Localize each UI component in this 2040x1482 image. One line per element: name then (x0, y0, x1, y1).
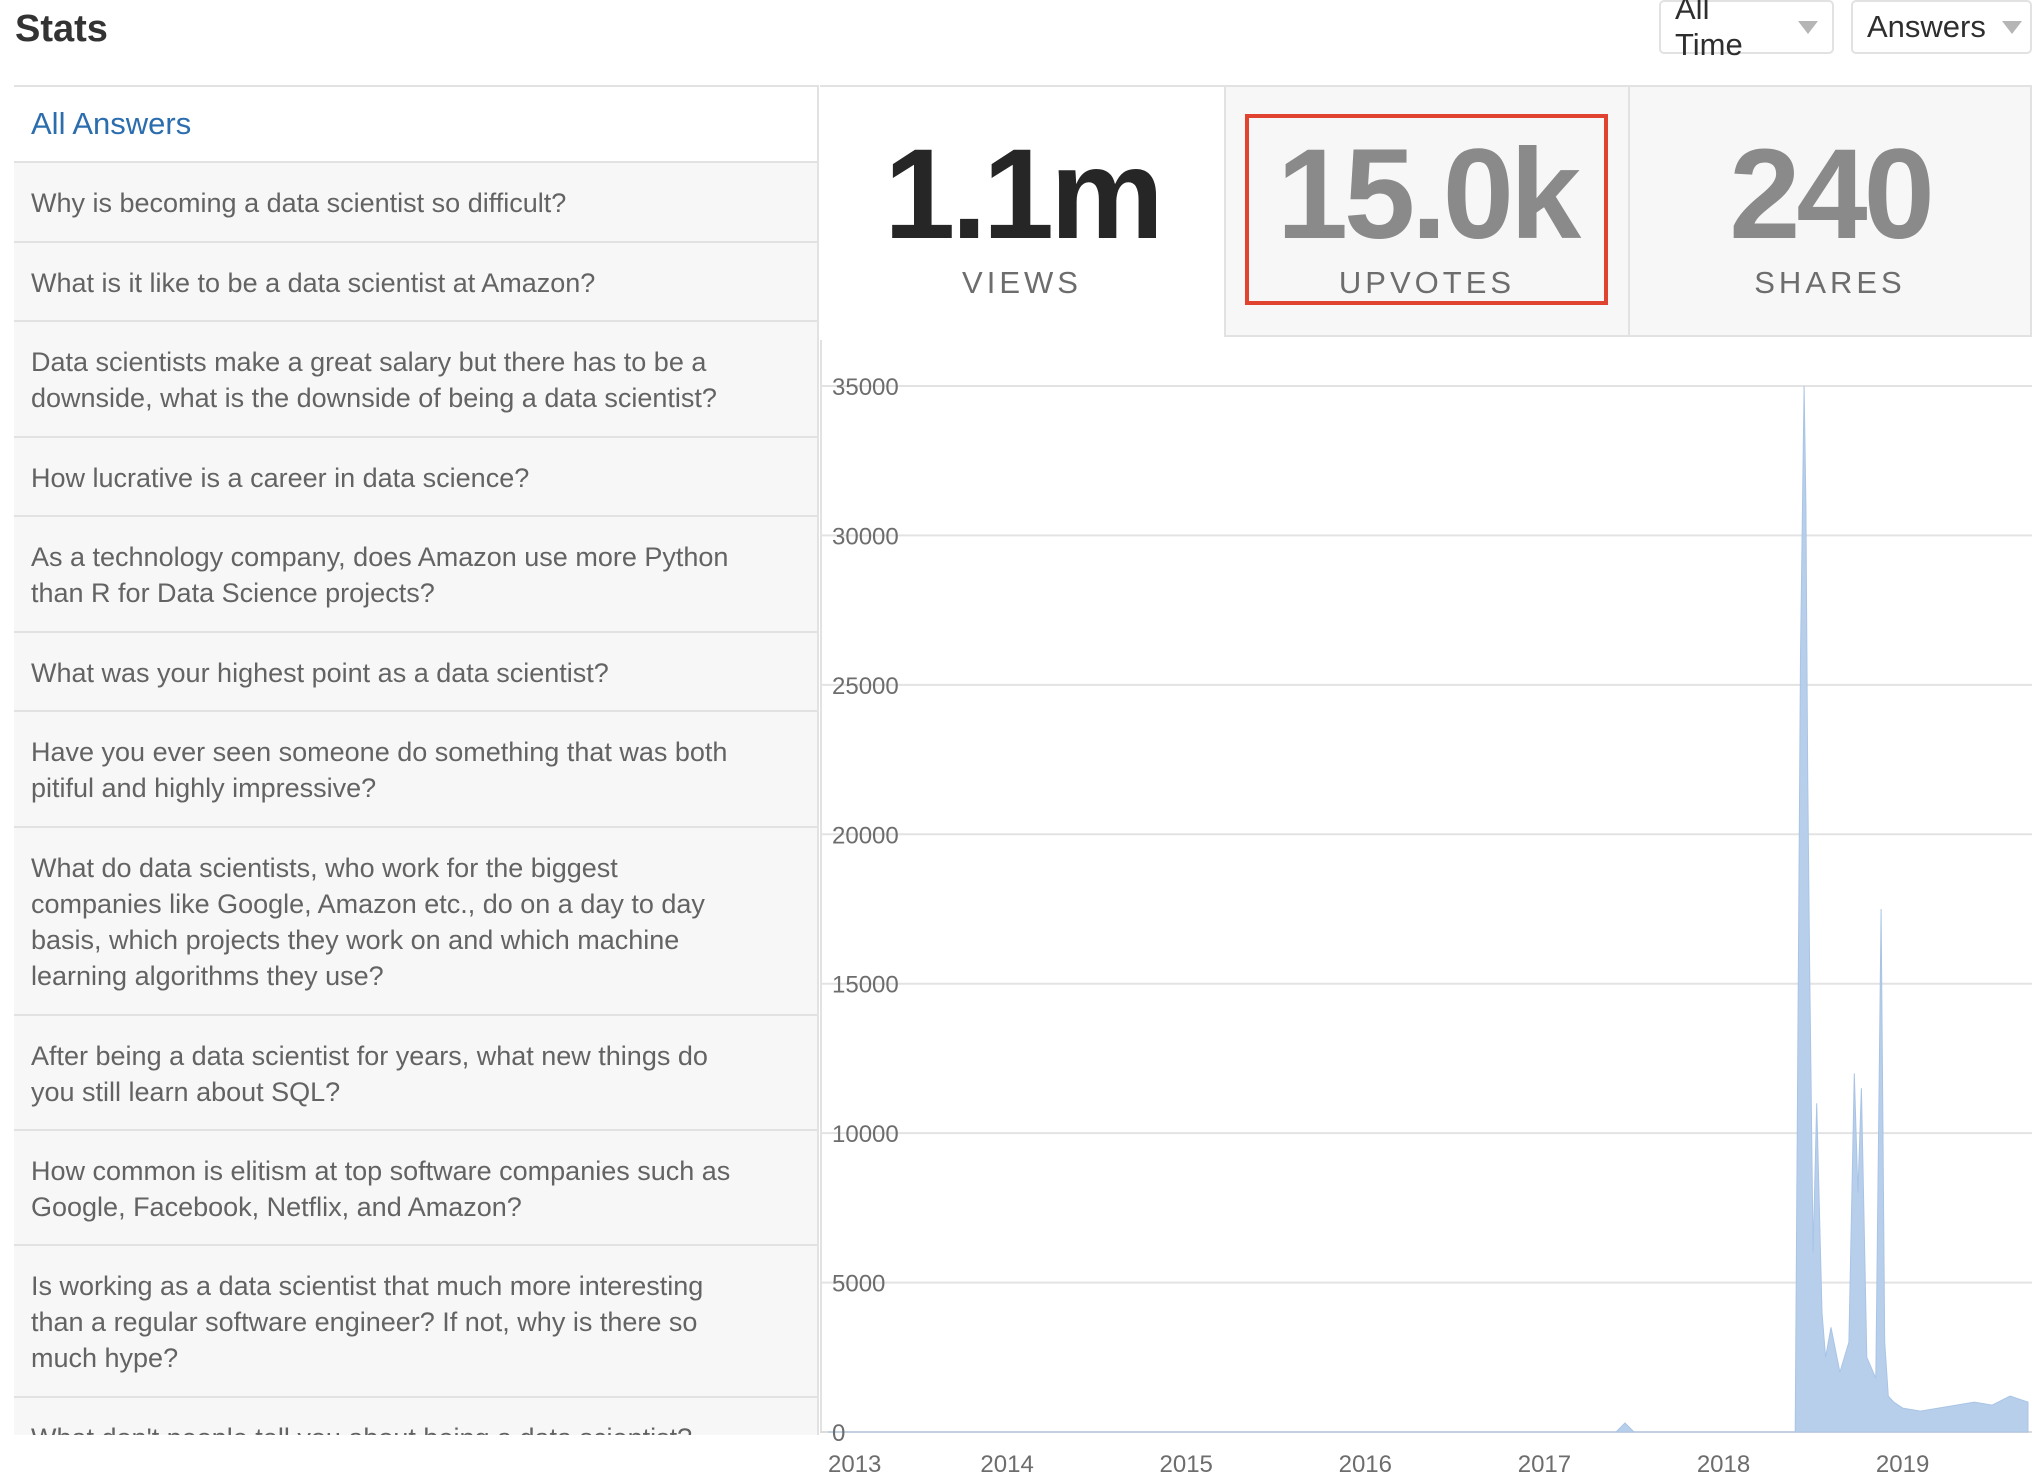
y-tick-label: 0 (832, 1420, 845, 1447)
answer-item[interactable]: How common is elitism at top software co… (14, 1131, 817, 1246)
chevron-down-icon (2001, 20, 2022, 34)
answer-item[interactable]: What do data scientists, who work for th… (14, 828, 817, 1016)
answer-item[interactable]: After being a data scientist for years, … (14, 1016, 817, 1131)
views-chart: 0 5000 10000 15000 20000 25000 30000 35000 2013… (820, 340, 2032, 1478)
answer-item[interactable]: Data scientists make a great salary but … (14, 322, 817, 438)
x-tick-label: 2018 (1697, 1451, 1750, 1478)
chart-series-area (828, 385, 2029, 1433)
shares-count: 240 (1729, 123, 1935, 266)
y-tick-label: 35000 (832, 374, 899, 401)
answer-item[interactable]: What don't people tell you about being a… (14, 1398, 817, 1435)
x-tick-label: 2016 (1339, 1451, 1392, 1478)
y-tick-label: 30000 (832, 523, 899, 550)
content-type-value: Answers (1867, 9, 1986, 44)
y-tick-label: 20000 (832, 822, 899, 849)
upvotes-highlight-box (1245, 114, 1608, 305)
answer-item[interactable]: Is working as a data scientist that much… (14, 1246, 817, 1398)
time-range-value: All Time (1675, 0, 1743, 62)
all-answers-link[interactable]: All Answers (14, 87, 817, 163)
y-tick-label: 25000 (832, 673, 899, 700)
answers-list: All Answers Why is becoming a data scien… (14, 85, 819, 1435)
answer-item[interactable]: Have you ever seen someone do something … (14, 712, 817, 828)
content-type-dropdown[interactable]: Answers (1851, 0, 2032, 54)
y-tick-label: 10000 (832, 1121, 899, 1148)
answer-item[interactable]: Why is becoming a data scientist so diff… (14, 163, 817, 243)
series-area (828, 385, 2029, 1433)
y-tick-label: 5000 (832, 1271, 885, 1298)
shares-label: SHARES (1754, 265, 1906, 300)
views-stat-tab[interactable]: 1.1m VIEWS (820, 85, 1224, 337)
x-tick-label: 2019 (1876, 1451, 1929, 1478)
y-tick-label: 15000 (832, 972, 899, 999)
x-tick-label: 2017 (1518, 1451, 1571, 1478)
answer-item[interactable]: How lucrative is a career in data scienc… (14, 438, 817, 517)
y-axis-labels: 0 5000 10000 15000 20000 25000 30000 35000 (832, 374, 899, 1447)
x-tick-label: 2015 (1160, 1451, 1213, 1478)
x-tick-label: 2014 (980, 1451, 1033, 1478)
answer-item[interactable]: What is it like to be a data scientist a… (14, 243, 817, 322)
shares-stat-tab[interactable]: 240 SHARES (1628, 85, 2032, 337)
page-title: Stats (15, 8, 108, 50)
answer-item[interactable]: What was your highest point as a data sc… (14, 633, 817, 712)
views-count: 1.1m (884, 123, 1164, 266)
views-label: VIEWS (962, 265, 1082, 300)
answer-item[interactable]: As a technology company, does Amazon use… (14, 517, 817, 633)
time-range-dropdown[interactable]: All Time (1659, 0, 1834, 62)
x-axis-labels: 2013 2014 2015 2016 2017 2018 2019 (828, 1451, 1929, 1478)
x-tick-label: 2013 (828, 1451, 881, 1478)
chevron-down-icon (1798, 20, 1818, 34)
